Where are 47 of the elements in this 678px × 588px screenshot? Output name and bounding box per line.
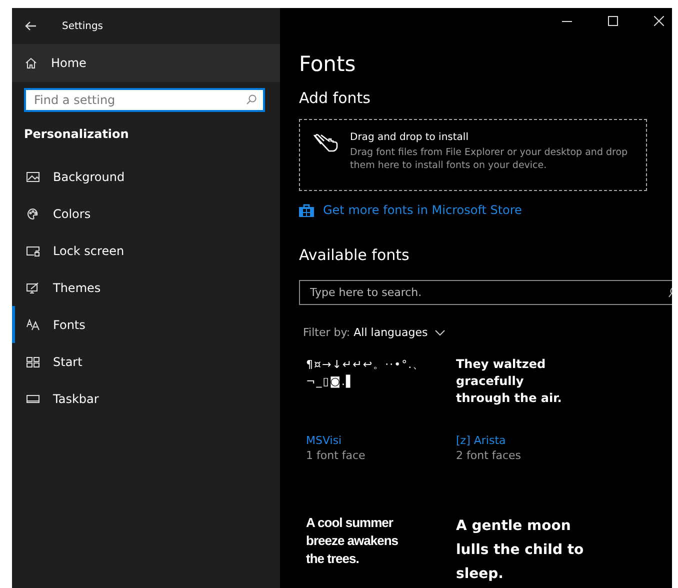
font-sample: A gentle moon lulls the child to sleep.: [456, 517, 584, 584]
home-icon: [25, 57, 37, 69]
font-letters-icon: [26, 318, 40, 330]
lock-screen-icon: [26, 244, 40, 256]
font-sample: They waltzed gracefully through the air.: [456, 356, 563, 407]
section-heading: Available fonts: [299, 246, 410, 264]
store-bag-icon: [299, 203, 314, 217]
chevron-down-icon: [434, 330, 445, 336]
window-title: Settings: [62, 20, 104, 32]
hand-pointer-icon: [312, 132, 338, 152]
search-icon: [246, 94, 257, 105]
nav-item[interactable]: Background: [12, 158, 280, 195]
monitor-brush-icon: [26, 282, 40, 294]
font-tile[interactable]: ¶¤→↓↵↵↩。··•°.、 ¬_▯◙.▌ MSVisi 1 font face: [306, 356, 456, 478]
home-item[interactable]: Home: [12, 44, 280, 82]
maximize-icon[interactable]: [608, 16, 618, 26]
picture-frame-icon: [26, 170, 40, 182]
font-face-count: 1 font face: [306, 449, 366, 462]
font-sample: A cool summer breeze awakens the trees.: [306, 514, 400, 568]
font-tile[interactable]: They waltzed gracefully through the air. [z] Arista 2 font faces: [456, 356, 606, 478]
nav-item[interactable]: Colors: [12, 195, 280, 232]
nav-item[interactable]: Themes: [12, 269, 280, 306]
drop-description: Drag font files from File Explorer or your desktop and drop them here to install fonts on your device.: [350, 146, 629, 172]
close-icon[interactable]: [654, 16, 664, 26]
nav-item[interactable]: Lock screen: [12, 232, 280, 269]
font-name: [z] Arista: [456, 434, 507, 447]
back-arrow-icon[interactable]: [25, 21, 37, 31]
palette-icon: [26, 208, 40, 220]
taskbar-icon: [26, 392, 40, 404]
font-search-field[interactable]: Type here to search.: [299, 280, 672, 305]
drop-title: Drag and drop to install: [350, 132, 470, 143]
nav-item[interactable]: Taskbar: [12, 380, 280, 417]
nav-item[interactable]: Start: [12, 343, 280, 380]
store-link[interactable]: Get more fonts in Microsoft Store: [323, 203, 522, 217]
font-tile[interactable]: A cool summer breeze awakens the trees.: [306, 514, 456, 588]
font-face-count: 2 font faces: [456, 449, 522, 462]
font-tile[interactable]: A gentle moon lulls the child to sleep.: [456, 514, 606, 588]
search-field[interactable]: Find a setting: [24, 88, 265, 112]
language-filter[interactable]: Filter by: All languages: [303, 326, 445, 339]
tiles-icon: [26, 356, 40, 368]
font-name: MSVisi: [306, 434, 343, 447]
font-sample: ¶¤→↓↵↵↩。··•°.、 ¬_▯◙.▌: [306, 357, 426, 390]
section-heading: Personalization: [24, 127, 130, 141]
home-label: Home: [51, 56, 86, 70]
section-heading: Add fonts: [299, 89, 372, 107]
page-title: Fonts: [299, 51, 357, 77]
drop-zone[interactable]: Drag and drop to install Drag font files from File Explorer or your desktop and drop them here to install fonts on your device.: [299, 119, 647, 191]
